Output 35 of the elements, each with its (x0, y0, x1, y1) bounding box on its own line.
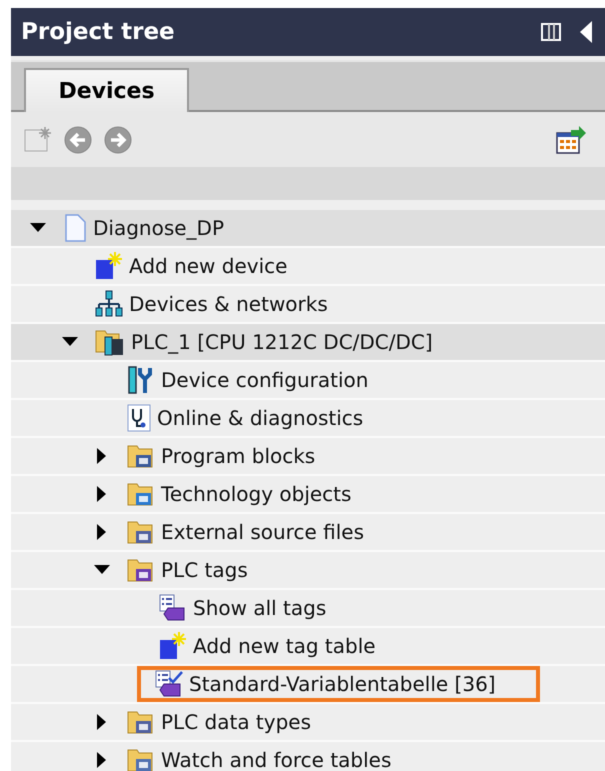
tab[interactable]: Devices (24, 68, 189, 112)
tree-item[interactable]: Show all tags (151, 590, 344, 626)
tree-item[interactable]: Devices & networks (87, 286, 346, 322)
expanded-arrow-icon[interactable] (94, 565, 110, 575)
table-export-icon[interactable] (555, 124, 587, 154)
tree-item[interactable]: Online & diagnostics (119, 400, 382, 436)
tree-item[interactable]: Program blocks (119, 438, 334, 474)
window-title: Project tree (21, 19, 176, 45)
stethoscope-icon (127, 404, 151, 432)
tree-item[interactable]: PLC data types (119, 704, 330, 740)
tree-item[interactable]: Watch and force tables (119, 742, 410, 771)
collapsed-arrow-icon[interactable] (97, 486, 107, 502)
tree-item[interactable]: External source files (119, 514, 382, 550)
document-icon (63, 214, 87, 242)
tree-item[interactable]: Add new device (87, 248, 306, 284)
device-tool-icon (127, 366, 155, 394)
tree-item[interactable]: Standard-Variablentabelle [36] (137, 666, 540, 702)
tree-item[interactable]: Device configuration (119, 362, 386, 398)
add-star-icon (159, 632, 187, 660)
collapsed-arrow-icon[interactable] (97, 752, 107, 768)
collapsed-arrow-icon[interactable] (97, 714, 107, 730)
tree-item[interactable]: PLC tags (119, 552, 266, 588)
collapse-icon[interactable] (579, 21, 593, 43)
network-icon (95, 290, 123, 318)
collapsed-arrow-icon[interactable] (97, 524, 107, 540)
columns-icon[interactable] (541, 22, 561, 42)
add-star-icon (95, 252, 123, 280)
expanded-arrow-icon[interactable] (62, 337, 78, 347)
expanded-arrow-icon[interactable] (30, 223, 46, 233)
plc-folder-icon (95, 328, 125, 356)
tag-list-icon (159, 594, 187, 622)
tree-item[interactable]: Technology objects (119, 476, 370, 512)
collapsed-arrow-icon[interactable] (97, 448, 107, 464)
tag-table-icon (155, 670, 183, 698)
tree-item[interactable]: Add new tag table (151, 628, 394, 664)
